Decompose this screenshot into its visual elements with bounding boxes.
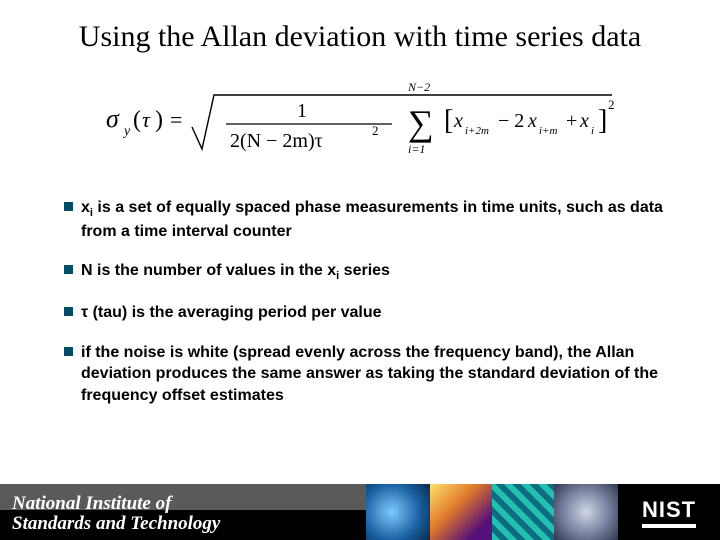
bullet-text: N is the number of values in the xi seri… xyxy=(81,260,390,284)
bullet-text: τ (tau) is the averaging period per valu… xyxy=(81,302,382,324)
svg-text:i+m: i+m xyxy=(539,125,557,137)
nist-logo-text: NIST xyxy=(642,497,696,528)
svg-text:2: 2 xyxy=(372,123,379,138)
slide-footer: National Institute ofStandards and Techn… xyxy=(0,484,720,540)
allan-deviation-formula: σ y ( τ ) = 1 2(N − 2m)τ 2 ∑ N−2 i=1 [ x… xyxy=(100,77,620,161)
svg-text:− 2: − 2 xyxy=(498,110,524,132)
slide: Using the Allan deviation with time seri… xyxy=(0,0,720,540)
bullet-item: xi is a set of equally spaced phase meas… xyxy=(64,197,664,243)
decorative-image-strip xyxy=(366,484,618,540)
svg-text:x: x xyxy=(579,110,589,132)
svg-text:N−2: N−2 xyxy=(407,80,430,94)
bullet-item: τ (tau) is the averaging period per valu… xyxy=(64,302,664,324)
svg-text:2(N − 2m)τ: 2(N − 2m)τ xyxy=(230,130,323,152)
svg-text:∑: ∑ xyxy=(408,103,434,143)
svg-text:σ: σ xyxy=(106,104,120,133)
svg-text:y: y xyxy=(122,124,131,139)
bullet-text: if the noise is white (spread evenly acr… xyxy=(81,342,664,407)
svg-text:=: = xyxy=(170,107,182,132)
bullet-text: xi is a set of equally spaced phase meas… xyxy=(81,197,664,243)
bullet-marker-icon xyxy=(64,307,73,316)
svg-text:i=1: i=1 xyxy=(408,142,425,156)
bullet-item: N is the number of values in the xi seri… xyxy=(64,260,664,284)
svg-text:τ: τ xyxy=(142,107,151,132)
svg-text:x: x xyxy=(453,110,463,132)
svg-text:i+2m: i+2m xyxy=(465,125,489,137)
svg-text:[: [ xyxy=(444,105,453,136)
svg-text:x: x xyxy=(527,110,537,132)
org-name: National Institute ofStandards and Techn… xyxy=(12,494,220,534)
org-name-banner: National Institute ofStandards and Techn… xyxy=(0,484,366,540)
svg-text:2: 2 xyxy=(608,97,615,112)
bullet-marker-icon xyxy=(64,347,73,356)
bullet-marker-icon xyxy=(64,265,73,274)
svg-text:): ) xyxy=(155,107,163,133)
bullet-marker-icon xyxy=(64,202,73,211)
bullet-list: xi is a set of equally spaced phase meas… xyxy=(64,197,664,407)
bullet-item: if the noise is white (spread evenly acr… xyxy=(64,342,664,407)
svg-text:1: 1 xyxy=(297,100,307,122)
svg-text:i: i xyxy=(591,125,594,137)
svg-text:]: ] xyxy=(598,105,607,136)
svg-text:(: ( xyxy=(133,107,141,133)
nist-logo: NIST xyxy=(618,484,720,540)
slide-title: Using the Allan deviation with time seri… xyxy=(48,20,672,55)
svg-text:+: + xyxy=(566,110,577,132)
